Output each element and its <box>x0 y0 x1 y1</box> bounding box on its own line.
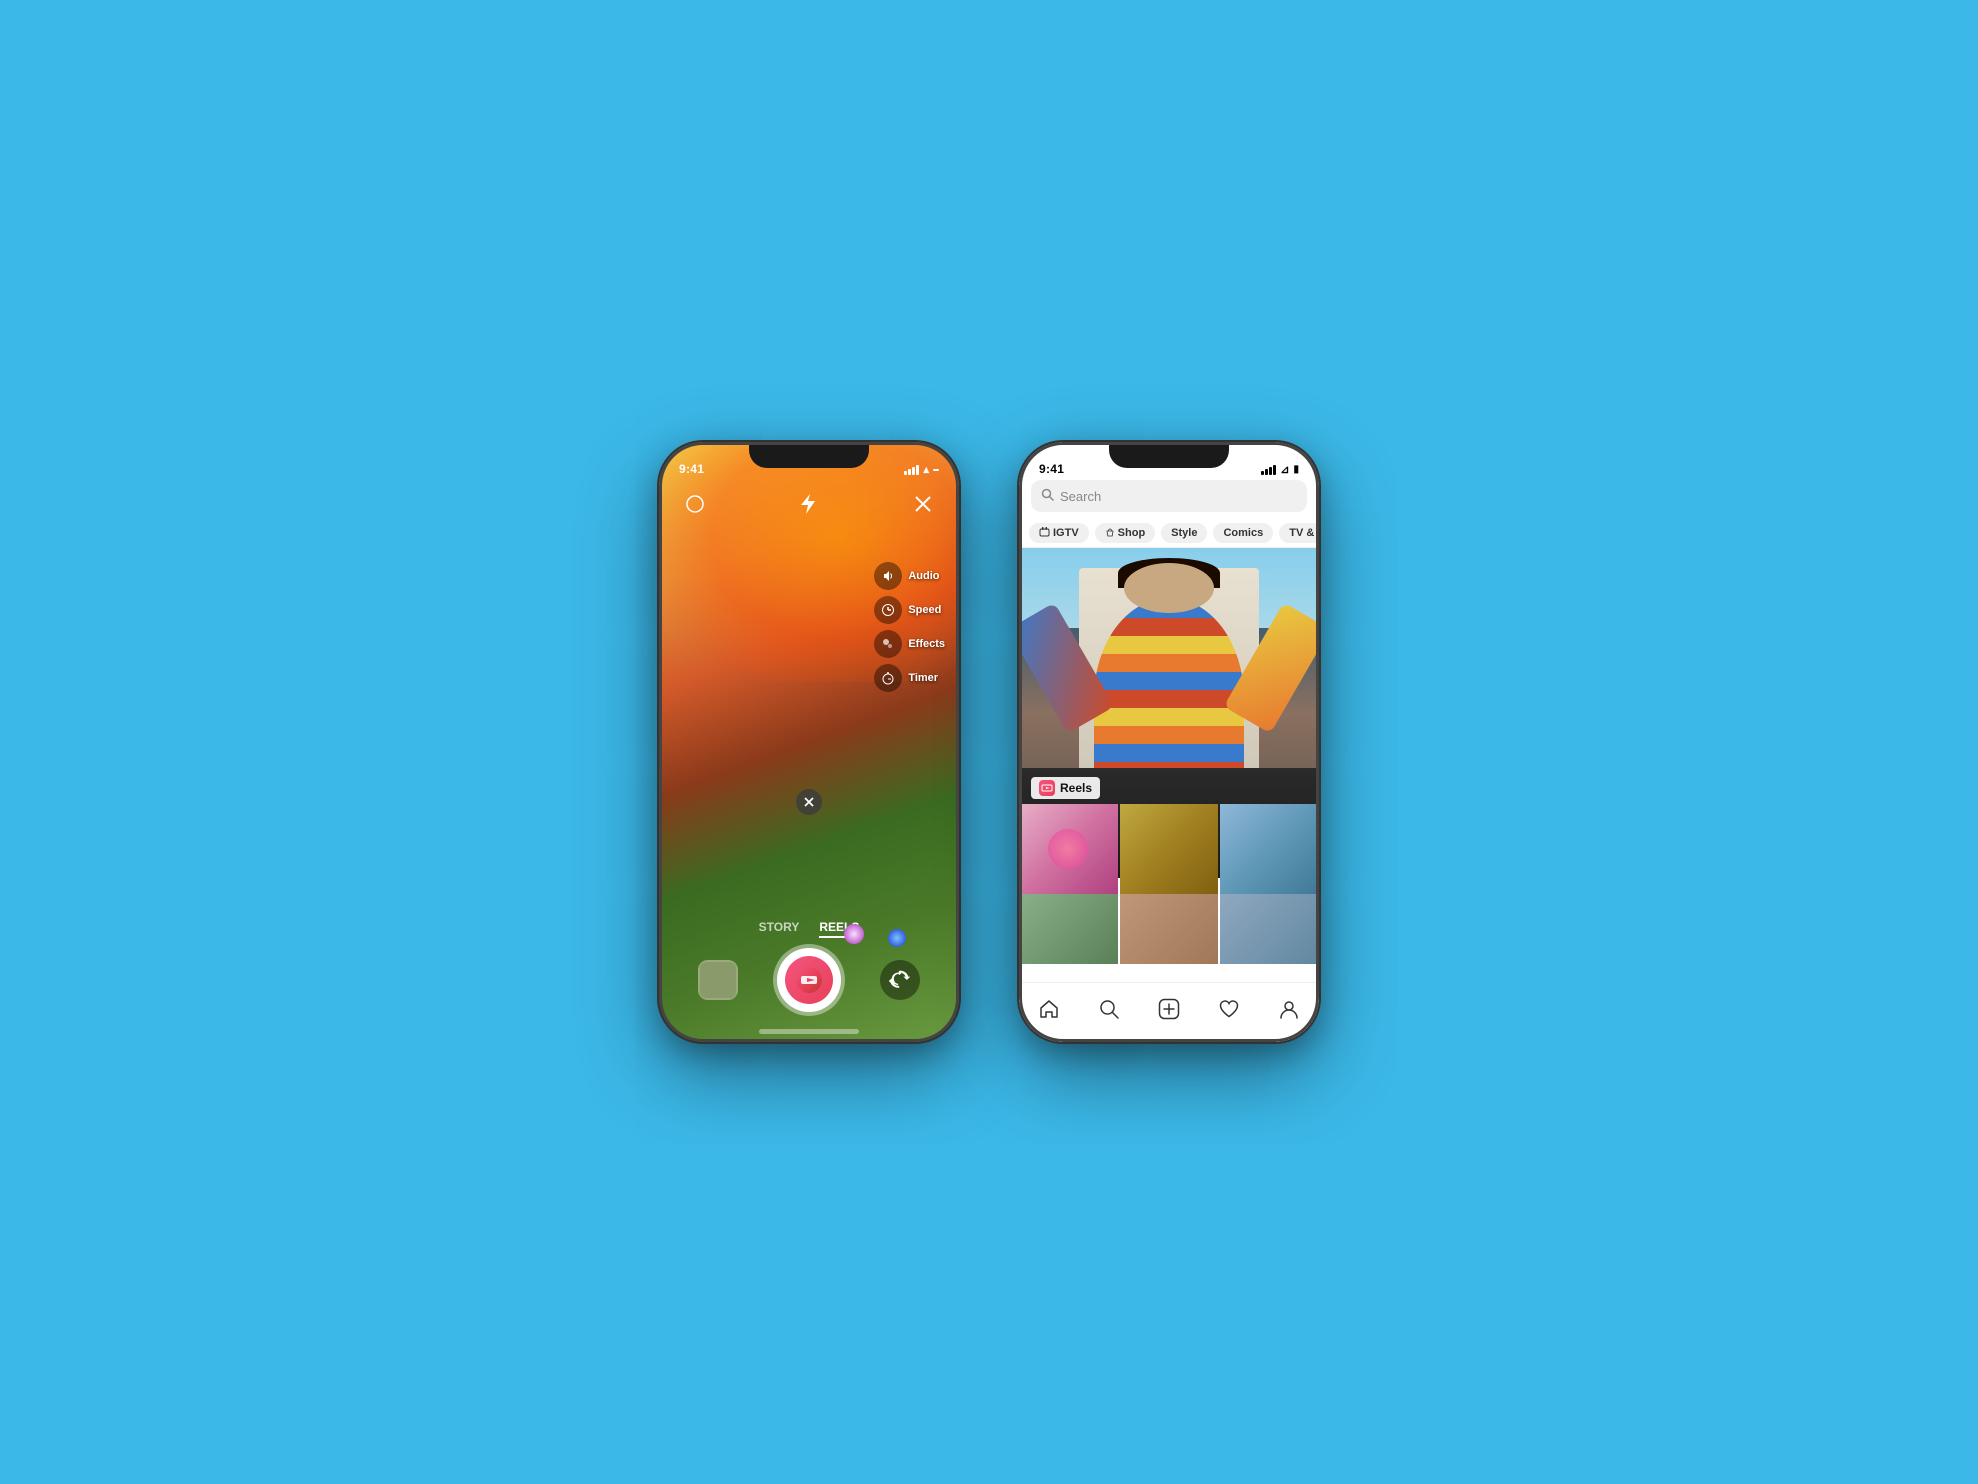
tab-igtv-label: IGTV <box>1053 527 1079 539</box>
search-placeholder: Search <box>1060 489 1101 504</box>
effects-label: Effects <box>908 638 945 650</box>
story-mode[interactable]: STORY <box>759 920 800 938</box>
reels-text: Reels <box>1060 781 1092 795</box>
flip-camera-button[interactable] <box>880 960 920 1000</box>
nav-home[interactable] <box>1031 991 1067 1027</box>
audio-label: Audio <box>908 570 939 582</box>
tab-comics[interactable]: Comics <box>1213 523 1273 543</box>
audio-control[interactable]: Audio <box>874 562 945 590</box>
camera-notch <box>749 442 869 468</box>
signal-icon <box>904 465 919 475</box>
grid-thumb-4[interactable] <box>1019 894 1118 964</box>
explore-wifi-icon: ⊿ <box>1280 463 1289 476</box>
nav-profile[interactable] <box>1271 991 1307 1027</box>
effects-circle-button[interactable] <box>679 488 711 520</box>
camera-top-bar <box>659 488 959 520</box>
phone-explore: 9:41 ⊿ ▮ <box>1019 442 1319 1042</box>
camera-home-indicator <box>759 1029 859 1034</box>
phones-container: 9:41 ▴ <box>659 442 1319 1042</box>
camera-time: 9:41 <box>679 462 704 476</box>
tab-tv-movies-label: TV & Movi… <box>1289 527 1319 539</box>
person-head <box>1124 563 1214 613</box>
effects-icon <box>874 630 902 658</box>
explore-tabs: IGTV Shop Style Comics <box>1019 518 1319 548</box>
camera-controls-row <box>659 948 959 1012</box>
speed-label: Speed <box>908 604 941 616</box>
record-button[interactable] <box>777 948 841 1012</box>
tab-shop-label: Shop <box>1118 527 1146 539</box>
timer-control[interactable]: Timer <box>874 664 945 692</box>
camera-status-icons: ▴ <box>904 463 939 476</box>
tab-shop[interactable]: Shop <box>1095 523 1156 543</box>
record-inner <box>785 956 833 1004</box>
grid-thumb-3[interactable] <box>1220 804 1319 894</box>
search-icon <box>1041 488 1054 504</box>
search-bar[interactable]: Search <box>1031 480 1307 512</box>
explore-grid-row2 <box>1019 894 1319 964</box>
explore-time: 9:41 <box>1039 462 1064 476</box>
tab-comics-label: Comics <box>1223 527 1263 539</box>
battery-icon <box>933 469 939 471</box>
wifi-icon: ▴ <box>923 463 929 476</box>
page-background: 9:41 ▴ <box>0 0 1978 1484</box>
explore-grid <box>1019 804 1319 894</box>
explore-screen: 9:41 ⊿ ▮ <box>1019 442 1319 1042</box>
tab-style-label: Style <box>1171 527 1197 539</box>
explore-signal-icon <box>1261 465 1276 475</box>
explore-home-indicator <box>1119 1029 1219 1034</box>
explore-battery-icon: ▮ <box>1293 464 1299 475</box>
timer-icon <box>874 664 902 692</box>
timer-label: Timer <box>908 672 938 684</box>
camera-bottom-controls: STORY REELS <box>659 920 959 1012</box>
close-button[interactable] <box>907 488 939 520</box>
dismiss-button[interactable] <box>796 789 822 815</box>
reels-icon <box>1039 780 1055 796</box>
tab-tv-movies[interactable]: TV & Movi… <box>1279 523 1319 543</box>
camera-screen: 9:41 ▴ <box>659 442 959 1042</box>
tab-igtv[interactable]: IGTV <box>1029 523 1089 543</box>
audio-icon <box>874 562 902 590</box>
grid-thumb-5[interactable] <box>1120 894 1219 964</box>
tab-style[interactable]: Style <box>1161 523 1207 543</box>
sparkle-decoration-1 <box>839 919 869 956</box>
explore-notch <box>1109 442 1229 468</box>
grid-thumb-2[interactable] <box>1120 804 1219 894</box>
explore-status-icons: ⊿ ▮ <box>1261 463 1299 476</box>
speed-icon <box>874 596 902 624</box>
flash-button[interactable] <box>793 488 825 520</box>
nav-likes[interactable] <box>1211 991 1247 1027</box>
reels-section-label: Reels <box>1031 777 1100 799</box>
grid-thumb-1[interactable] <box>1019 804 1118 894</box>
gallery-button[interactable] <box>698 960 738 1000</box>
sparkle-decoration-2 <box>884 925 910 958</box>
phone-camera: 9:41 ▴ <box>659 442 959 1042</box>
speed-control[interactable]: Speed <box>874 596 945 624</box>
effects-control[interactable]: Effects <box>874 630 945 658</box>
grid-thumb-6[interactable] <box>1220 894 1319 964</box>
nav-search[interactable] <box>1091 991 1127 1027</box>
nav-add[interactable] <box>1151 991 1187 1027</box>
camera-right-controls: Audio Speed <box>874 562 945 692</box>
